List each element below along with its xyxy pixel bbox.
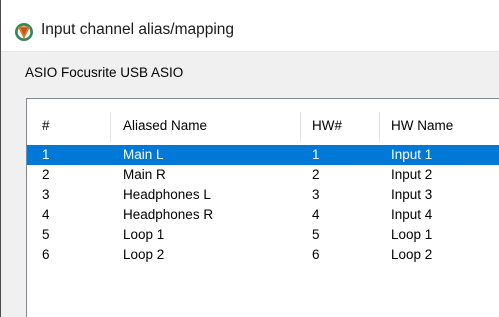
column-divider[interactable] xyxy=(379,112,380,142)
row-hw-number: 6 xyxy=(312,247,320,262)
row-number: 4 xyxy=(42,207,50,222)
reaper-app-icon xyxy=(15,23,33,41)
row-hw-name: Loop 1 xyxy=(391,227,433,242)
column-header-aliased-name[interactable]: Aliased Name xyxy=(123,115,207,137)
row-aliased-name: Loop 1 xyxy=(123,227,165,242)
column-header-hw-number[interactable]: HW# xyxy=(312,115,342,137)
row-hw-name: Input 4 xyxy=(391,207,433,222)
list-header: # Aliased Name HW# HW Name xyxy=(27,99,499,148)
column-divider[interactable] xyxy=(300,112,301,142)
column-header-hw-name[interactable]: HW Name xyxy=(391,115,453,137)
table-row[interactable]: 3 Headphones L 3 Input 3 xyxy=(27,185,499,205)
row-hw-number: 2 xyxy=(312,167,320,182)
row-number: 2 xyxy=(42,167,50,182)
row-hw-number: 1 xyxy=(312,147,320,162)
column-header-number[interactable]: # xyxy=(42,115,50,137)
row-hw-number: 3 xyxy=(312,187,320,202)
row-hw-number: 5 xyxy=(312,227,320,242)
row-hw-name: Input 1 xyxy=(391,147,433,162)
row-hw-name: Input 2 xyxy=(391,167,433,182)
row-hw-name: Loop 2 xyxy=(391,247,433,262)
row-hw-name: Input 3 xyxy=(391,187,433,202)
device-label: ASIO Focusrite USB ASIO xyxy=(25,65,184,80)
row-aliased-name: Main R xyxy=(123,167,166,182)
dialog-window: Input channel alias/mapping ASIO Focusri… xyxy=(0,0,499,317)
row-aliased-name: Main L xyxy=(123,147,164,162)
row-number: 3 xyxy=(42,187,50,202)
list-rows: 1 Main L 1 Input 1 2 Main R 2 Input 2 3 … xyxy=(27,145,499,265)
row-aliased-name: Headphones R xyxy=(123,207,214,222)
window-title: Input channel alias/mapping xyxy=(41,21,235,38)
row-aliased-name: Loop 2 xyxy=(123,247,165,262)
table-row[interactable]: 4 Headphones R 4 Input 4 xyxy=(27,205,499,225)
row-number: 1 xyxy=(42,147,50,162)
table-row[interactable]: 1 Main L 1 Input 1 xyxy=(27,145,499,165)
channel-list[interactable]: # Aliased Name HW# HW Name 1 Main L 1 In… xyxy=(26,98,499,317)
row-hw-number: 4 xyxy=(312,207,320,222)
column-divider[interactable] xyxy=(110,112,111,142)
table-row[interactable]: 2 Main R 2 Input 2 xyxy=(27,165,499,185)
row-aliased-name: Headphones L xyxy=(123,187,211,202)
table-row[interactable]: 6 Loop 2 6 Loop 2 xyxy=(27,245,499,265)
table-row[interactable]: 5 Loop 1 5 Loop 1 xyxy=(27,225,499,245)
row-number: 5 xyxy=(42,227,50,242)
row-number: 6 xyxy=(42,247,50,262)
title-bar[interactable]: Input channel alias/mapping xyxy=(1,0,499,52)
